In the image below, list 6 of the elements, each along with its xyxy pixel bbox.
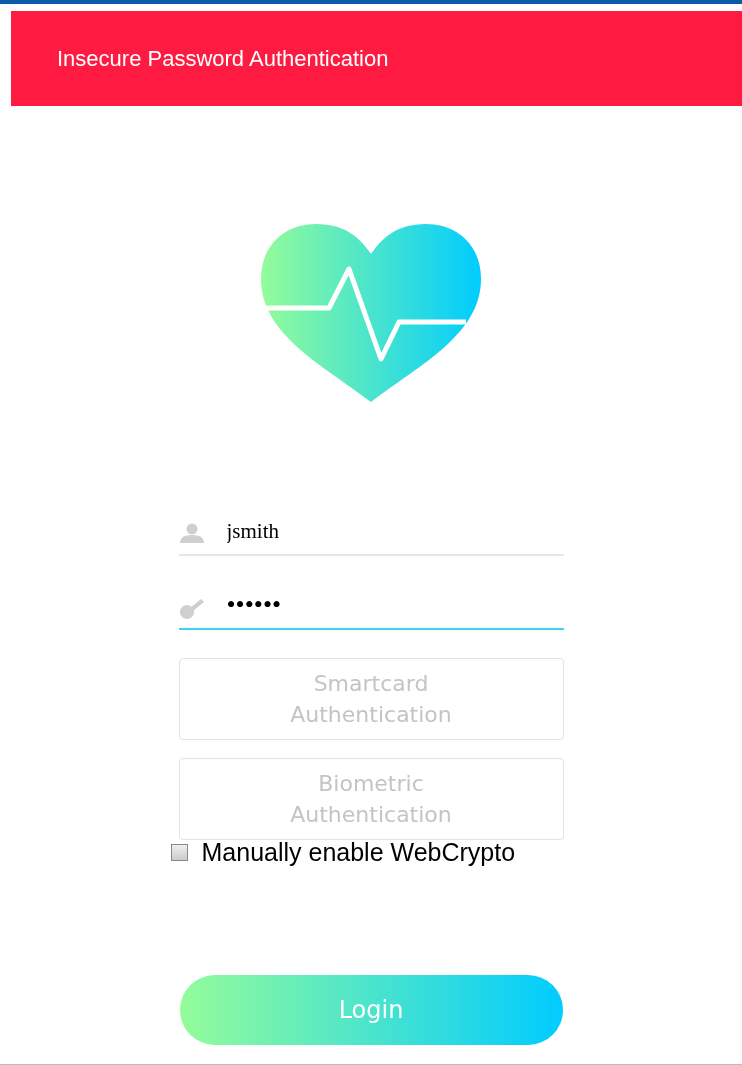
key-icon bbox=[178, 597, 205, 619]
webcrypto-label: Manually enable WebCrypto bbox=[201, 838, 516, 867]
user-icon bbox=[178, 523, 205, 543]
login-button[interactable]: Login bbox=[179, 975, 563, 1045]
header-title: Insecure Password Authentication bbox=[57, 45, 389, 72]
webcrypto-checkbox[interactable] bbox=[170, 844, 188, 861]
